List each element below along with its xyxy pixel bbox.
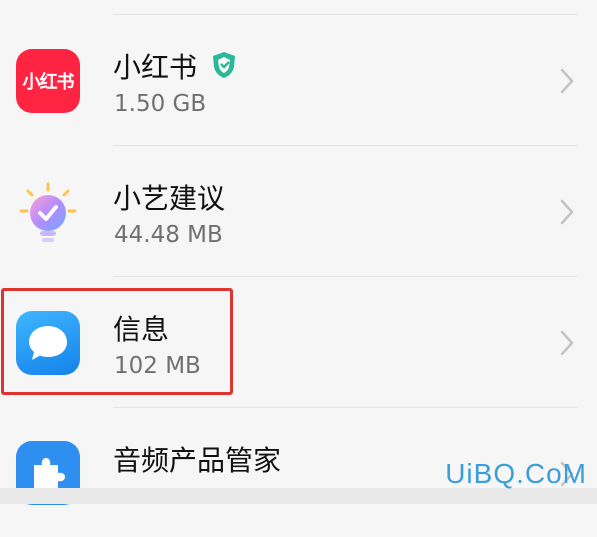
- app-row-xiaoyi-suggestion[interactable]: 小艺建议 44.48 MB: [0, 145, 597, 275]
- app-name: 小艺建议: [113, 182, 226, 215]
- highlight-box: [1, 288, 233, 395]
- puzzle-icon: [34, 458, 65, 489]
- chevron-right-icon[interactable]: [557, 66, 577, 96]
- app-row-xiaohongshu[interactable]: 小红书 小红书 1.50 GB: [0, 14, 597, 144]
- xiaoyi-suggestion-icon: [19, 182, 77, 242]
- watermark: UiBQ.CoM: [445, 458, 587, 489]
- chevron-right-icon[interactable]: [557, 197, 577, 227]
- verified-shield-icon: [213, 52, 235, 78]
- app-name: 小红书: [113, 51, 198, 84]
- app-size: 1.50 GB: [114, 91, 207, 117]
- xiaohongshu-icon: 小红书: [16, 49, 80, 113]
- chevron-right-icon[interactable]: [557, 328, 577, 358]
- xiaohongshu-icon-text: 小红书: [22, 72, 75, 93]
- app-size: 44.48 MB: [114, 222, 223, 248]
- app-storage-list: 小红书 小红书 1.50 GB 小艺建议 44.48 MB 信息 102 MB …: [0, 0, 597, 505]
- bottom-bar: [0, 488, 597, 504]
- app-name: 音频产品管家: [113, 444, 282, 477]
